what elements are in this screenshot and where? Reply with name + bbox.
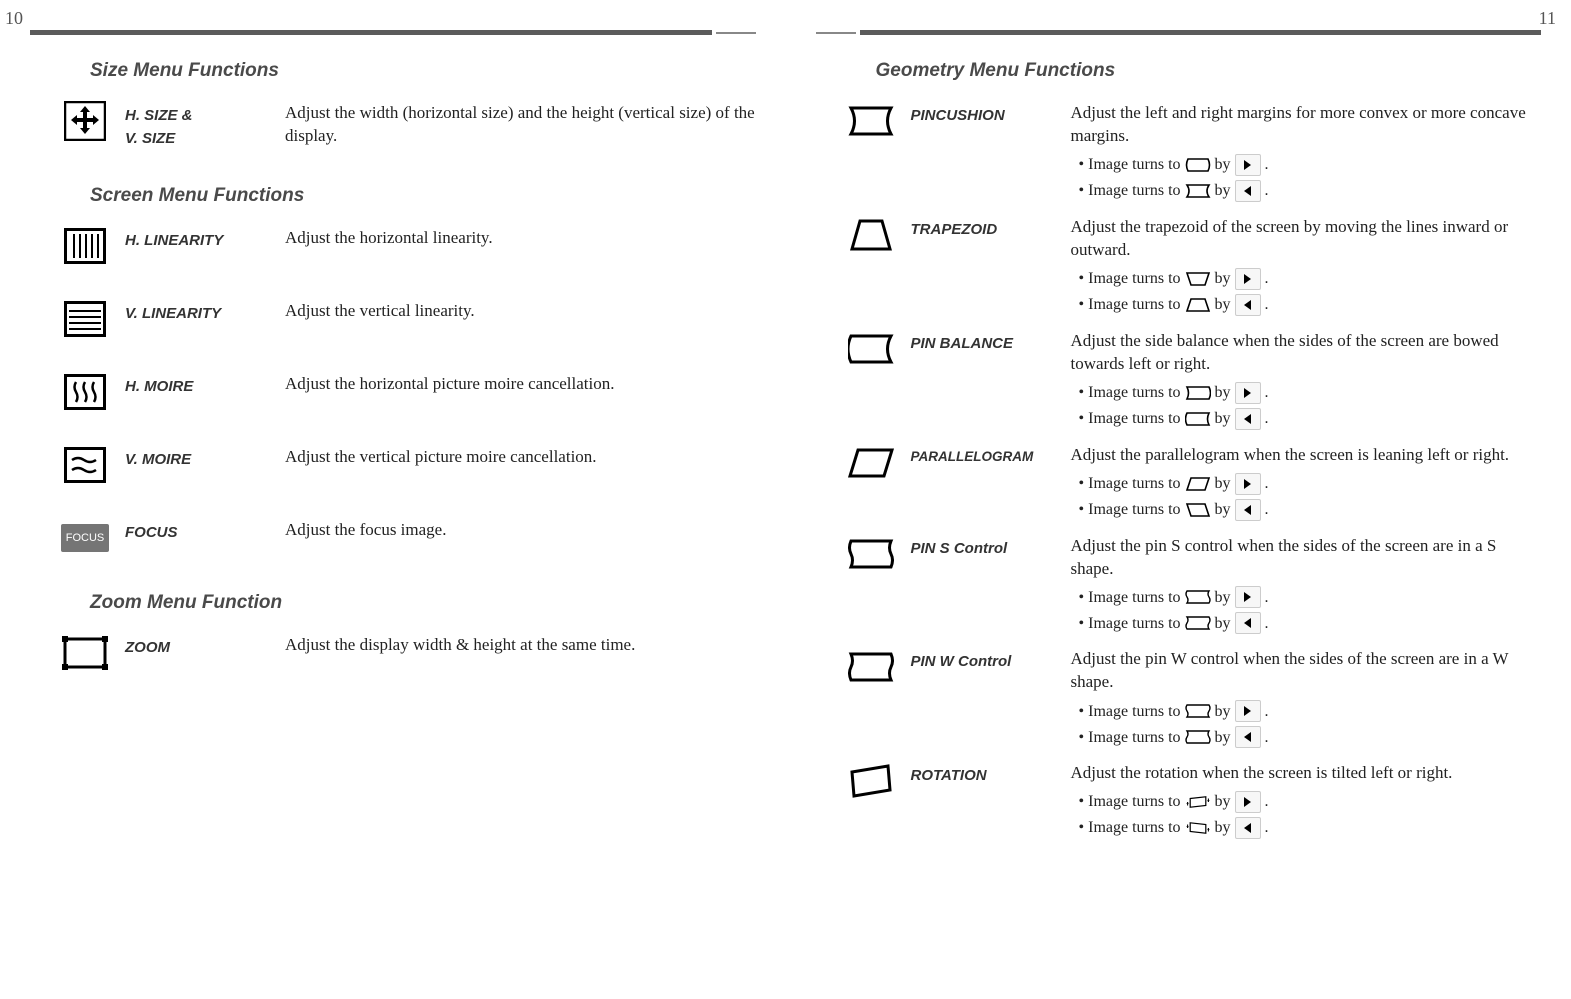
pinw-label: PIN W Control <box>911 648 1061 674</box>
arrow-left-icon <box>1235 294 1261 316</box>
vmoire-label: V. MOIRE <box>125 446 275 472</box>
focus-icon: FOCUS <box>60 519 110 557</box>
pincushion-desc: Adjust the left and right margins for mo… <box>1071 103 1526 145</box>
vlin-icon <box>60 300 110 338</box>
pinbalance-icon <box>846 330 896 368</box>
arrow-left-icon <box>1235 408 1261 430</box>
page-left: 10 Size Menu Functions H. SIZE & V. SIZE… <box>0 0 786 883</box>
rotate-ccw-shape-icon <box>1185 819 1211 837</box>
item-pinbalance: PIN BALANCE Adjust the side balance when… <box>846 330 1542 434</box>
arrow-right-icon <box>1235 154 1261 176</box>
item-rotation: ROTATION Adjust the rotation when the sc… <box>846 762 1542 843</box>
parallelogram-left-shape-icon <box>1185 501 1211 519</box>
item-vlin: V. LINEARITY Adjust the vertical lineari… <box>60 300 756 338</box>
arrow-right-icon <box>1235 473 1261 495</box>
hmoire-desc: Adjust the horizontal picture moire canc… <box>285 373 756 396</box>
hv-size-icon <box>60 102 110 140</box>
zoom-label: ZOOM <box>125 634 275 660</box>
pinbalance-label: PIN BALANCE <box>911 330 1061 356</box>
pincushion-shape-icon <box>1185 182 1211 200</box>
rotation-icon <box>846 762 896 800</box>
page-number-left: 10 <box>5 8 23 29</box>
parallelogram-label: PARALLELOGRAM <box>911 444 1061 467</box>
w-shape-a-icon <box>1185 702 1211 720</box>
zoom-icon <box>60 634 110 672</box>
item-trapezoid: TRAPEZOID Adjust the trapezoid of the sc… <box>846 216 1542 320</box>
arrow-left-icon <box>1235 499 1261 521</box>
item-hv-size: H. SIZE & V. SIZE Adjust the width (hori… <box>60 102 756 150</box>
pins-desc: Adjust the pin S control when the sides … <box>1071 536 1497 578</box>
rotate-cw-shape-icon <box>1185 793 1211 811</box>
w-shape-b-icon <box>1185 728 1211 746</box>
arrow-right-icon <box>1235 268 1261 290</box>
item-parallelogram: PARALLELOGRAM Adjust the parallelogram w… <box>846 444 1542 525</box>
pins-label: PIN S Control <box>911 535 1061 561</box>
hmoire-label: H. MOIRE <box>125 373 275 399</box>
hv-size-desc: Adjust the width (horizontal size) and t… <box>285 102 756 148</box>
item-hlin: H. LINEARITY Adjust the horizontal linea… <box>60 227 756 265</box>
vlin-label: V. LINEARITY <box>125 300 275 326</box>
vmoire-desc: Adjust the vertical picture moire cancel… <box>285 446 756 469</box>
hlin-desc: Adjust the horizontal linearity. <box>285 227 756 250</box>
parallelogram-right-shape-icon <box>1185 475 1211 493</box>
page-number-right: 11 <box>1539 8 1556 29</box>
hlin-label: H. LINEARITY <box>125 227 275 253</box>
section-geometry-title: Geometry Menu Functions <box>876 60 1542 82</box>
trapezoid-icon <box>846 216 896 254</box>
zoom-desc: Adjust the display width & height at the… <box>285 634 756 657</box>
pinw-icon <box>846 648 896 686</box>
arrow-left-icon <box>1235 612 1261 634</box>
arrow-right-icon <box>1235 791 1261 813</box>
hv-size-label: H. SIZE & V. SIZE <box>125 102 275 150</box>
arrow-left-icon <box>1235 817 1261 839</box>
s-shape-a-icon <box>1185 588 1211 606</box>
arrow-left-icon <box>1235 726 1261 748</box>
rule-left <box>30 30 756 35</box>
trapezoid-down-shape-icon <box>1185 270 1211 288</box>
rule-right <box>816 30 1542 35</box>
arrow-left-icon <box>1235 180 1261 202</box>
item-vmoire: V. MOIRE Adjust the vertical picture moi… <box>60 446 756 484</box>
item-zoom: ZOOM Adjust the display width & height a… <box>60 634 756 672</box>
pinbalance-desc: Adjust the side balance when the sides o… <box>1071 331 1499 373</box>
trapezoid-up-shape-icon <box>1185 296 1211 314</box>
rotation-desc: Adjust the rotation when the screen is t… <box>1071 763 1453 782</box>
parallelogram-desc: Adjust the parallelogram when the screen… <box>1071 445 1510 464</box>
item-pinw: PIN W Control Adjust the pin W control w… <box>846 648 1542 752</box>
focus-desc: Adjust the focus image. <box>285 519 756 542</box>
trapezoid-label: TRAPEZOID <box>911 216 1061 242</box>
pins-icon <box>846 535 896 573</box>
pincushion-label: PINCUSHION <box>911 102 1061 128</box>
item-focus: FOCUS FOCUS Adjust the focus image. <box>60 519 756 557</box>
vlin-desc: Adjust the vertical linearity. <box>285 300 756 323</box>
trapezoid-desc: Adjust the trapezoid of the screen by mo… <box>1071 217 1509 259</box>
section-screen-title: Screen Menu Functions <box>90 185 756 207</box>
hlin-icon <box>60 227 110 265</box>
item-pins: PIN S Control Adjust the pin S control w… <box>846 535 1542 639</box>
rotation-label: ROTATION <box>911 762 1061 788</box>
pincushion-icon <box>846 102 896 140</box>
arrow-right-icon <box>1235 382 1261 404</box>
hmoire-icon <box>60 373 110 411</box>
pinbalance-right-shape-icon <box>1185 384 1211 402</box>
arrow-right-icon <box>1235 586 1261 608</box>
pinw-desc: Adjust the pin W control when the sides … <box>1071 649 1509 691</box>
item-pincushion: PINCUSHION Adjust the left and right mar… <box>846 102 1542 206</box>
parallelogram-icon <box>846 444 896 482</box>
focus-label: FOCUS <box>125 519 275 545</box>
section-size-title: Size Menu Functions <box>90 60 756 82</box>
item-hmoire: H. MOIRE Adjust the horizontal picture m… <box>60 373 756 411</box>
s-shape-b-icon <box>1185 614 1211 632</box>
vmoire-icon <box>60 446 110 484</box>
pinbalance-left-shape-icon <box>1185 410 1211 428</box>
arrow-right-icon <box>1235 700 1261 722</box>
barrel-shape-icon <box>1185 156 1211 174</box>
page-right: 11 Geometry Menu Functions PINCUSHION Ad… <box>786 0 1571 883</box>
section-zoom-title: Zoom Menu Function <box>90 592 756 614</box>
